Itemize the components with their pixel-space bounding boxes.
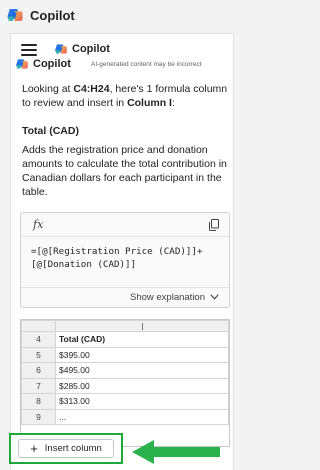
preview-cell: ... bbox=[55, 408, 229, 425]
row-number: 5 bbox=[21, 346, 56, 363]
formula-code: =[@[Registration Price (CAD)]]+ [@[Donati… bbox=[31, 246, 203, 270]
preview-cell: $285.00 bbox=[55, 377, 229, 394]
row-number: 9 bbox=[21, 408, 56, 425]
preview-row: 4 Total (CAD) bbox=[21, 331, 229, 348]
formula-card-header: fx bbox=[21, 213, 229, 237]
row-number: 4 bbox=[21, 331, 56, 348]
preview-row: 8 $313.00 bbox=[21, 393, 229, 410]
preview-cell: $313.00 bbox=[55, 393, 229, 410]
preview-row: 7 $285.00 bbox=[21, 377, 229, 394]
row-number: 6 bbox=[21, 362, 56, 379]
show-explanation-label: Show explanation bbox=[130, 292, 205, 303]
menu-icon[interactable] bbox=[21, 44, 37, 56]
preview-cell: Total (CAD) bbox=[55, 331, 229, 348]
preview-row: 5 $395.00 bbox=[21, 346, 229, 363]
formula-column-heading: Total (CAD) bbox=[22, 125, 79, 137]
range-reference: C4:H24 bbox=[73, 83, 110, 95]
function-icon: fx bbox=[33, 218, 44, 231]
formula-card: fx =[@[Registration Price (CAD)]]+ [@[Don… bbox=[20, 212, 230, 308]
pane-title: Copilot bbox=[72, 43, 110, 55]
app-title: Copilot bbox=[30, 7, 75, 23]
copilot-logo-icon bbox=[16, 59, 28, 69]
preview-header-row bbox=[21, 320, 229, 332]
preview-row: 9 ... bbox=[21, 408, 229, 425]
title-bar: Copilot bbox=[0, 0, 244, 30]
formula-description: Adds the registration price and donation… bbox=[22, 144, 227, 198]
copilot-pane: Copilot Copilot AI-generated content may… bbox=[10, 33, 234, 470]
copilot-logo-icon bbox=[7, 9, 23, 21]
column-preview-table: 4 Total (CAD) 5 $395.00 6 $495.00 7 $285… bbox=[20, 319, 230, 447]
column-header-cell bbox=[55, 320, 229, 332]
show-explanation-toggle[interactable]: Show explanation bbox=[21, 287, 229, 307]
pane-header: Copilot Copilot AI-generated content may… bbox=[11, 34, 235, 74]
target-column: Column I bbox=[127, 97, 172, 109]
chevron-down-icon bbox=[210, 294, 219, 300]
row-number: 8 bbox=[21, 393, 56, 410]
ai-disclaimer: AI-generated content may be incorrect bbox=[91, 61, 202, 68]
annotation-arrow-icon bbox=[132, 440, 220, 464]
response-author: Copilot bbox=[33, 58, 71, 70]
response-intro: Looking at C4:H24, here's 1 formula colu… bbox=[22, 83, 228, 109]
preview-cell: $495.00 bbox=[55, 362, 229, 379]
preview-cell: $395.00 bbox=[55, 346, 229, 363]
copilot-logo-icon bbox=[55, 44, 67, 54]
insert-column-highlight: + Insert column bbox=[9, 433, 123, 464]
copy-icon[interactable] bbox=[209, 219, 219, 231]
plus-icon: + bbox=[30, 441, 38, 456]
insert-column-label: Insert column bbox=[44, 443, 102, 454]
preview-row: 6 $495.00 bbox=[21, 362, 229, 379]
row-number: 7 bbox=[21, 377, 56, 394]
insert-column-button[interactable]: + Insert column bbox=[18, 439, 114, 458]
column-header-marker bbox=[141, 323, 143, 331]
